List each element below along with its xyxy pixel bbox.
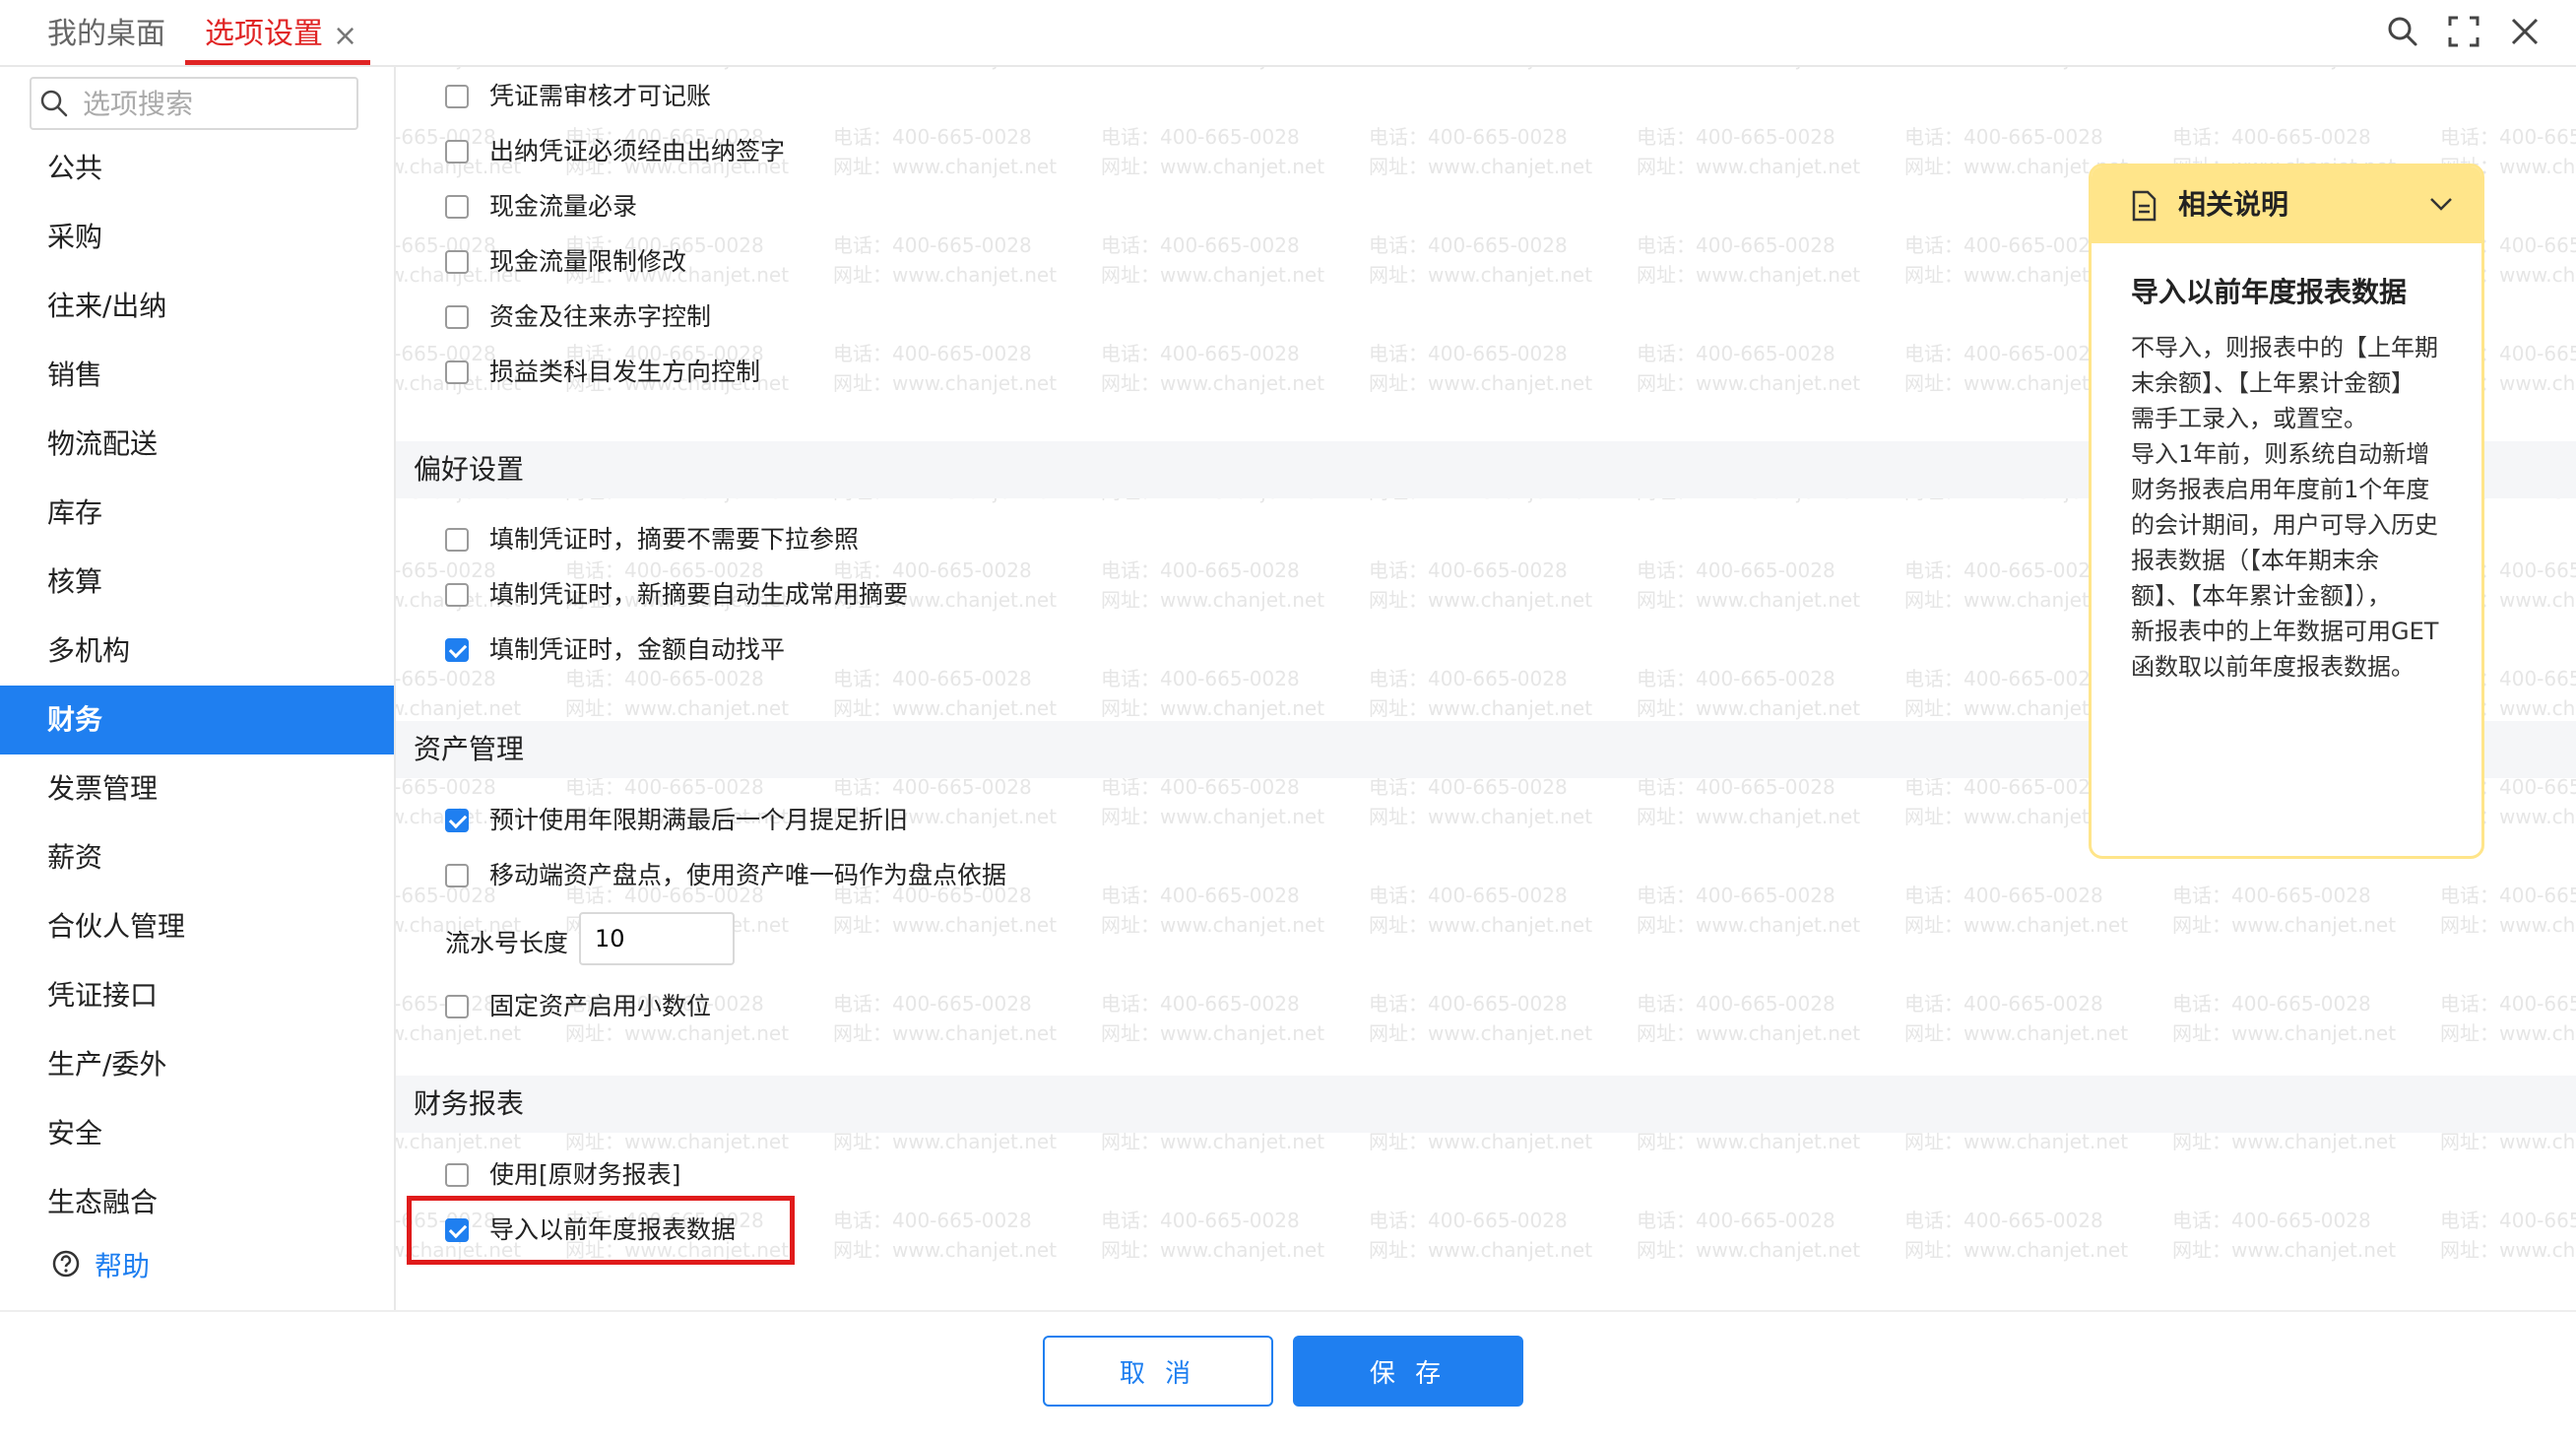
- sidebar-item[interactable]: 核算: [0, 548, 394, 617]
- option-label: 移动端资产盘点，使用资产唯一码作为盘点依据: [489, 861, 1007, 889]
- sidebar: 公共采购往来/出纳销售物流配送库存核算多机构财务发票管理薪资合伙人管理凭证接口生…: [0, 67, 396, 1310]
- sidebar-item[interactable]: 生态融合: [0, 1168, 394, 1237]
- info-line: 不导入，则报表中的【上年期: [2131, 334, 2438, 361]
- info-line: 的会计期间，用户可导入历史: [2131, 511, 2438, 539]
- option-label: 现金流量限制修改: [489, 247, 687, 276]
- section-title: 财务报表: [414, 1087, 525, 1120]
- info-line: 需手工录入，或置空。: [2131, 405, 2367, 432]
- info-panel-description: 不导入，则报表中的【上年期 末余额】、【上年累计金额】 需手工录入，或置空。导入1年…: [2131, 330, 2446, 685]
- checkbox[interactable]: [445, 864, 469, 887]
- sidebar-item[interactable]: 安全: [0, 1099, 394, 1168]
- document-icon: [2132, 190, 2157, 222]
- checkbox[interactable]: [445, 583, 469, 607]
- sidebar-item[interactable]: 合伙人管理: [0, 892, 394, 961]
- checkbox[interactable]: [445, 85, 469, 108]
- search-input[interactable]: [81, 83, 351, 124]
- sidebar-item[interactable]: 财务: [0, 686, 394, 754]
- info-panel-title: 相关说明: [2178, 188, 2289, 221]
- option-search-box[interactable]: [30, 77, 358, 130]
- info-line: 财务报表启用年度前1个年度: [2131, 476, 2430, 503]
- sidebar-item[interactable]: 往来/出纳: [0, 272, 394, 341]
- chevron-down-icon[interactable]: [2428, 194, 2454, 214]
- help-link[interactable]: 帮助: [95, 1245, 150, 1284]
- top-bar: 我的桌面 选项设置 ×: [0, 0, 2576, 67]
- info-panel-header[interactable]: 相关说明: [2092, 166, 2481, 243]
- serial-length-label: 流水号长度: [445, 929, 569, 957]
- info-line: 导入1年前，则系统自动新增: [2131, 440, 2430, 468]
- section-reports: 财务报表: [396, 1076, 2576, 1133]
- checkbox[interactable]: [445, 305, 469, 329]
- checkbox[interactable]: [445, 195, 469, 219]
- option-label: 资金及往来赤字控制: [489, 302, 712, 331]
- cancel-button[interactable]: 取 消: [1043, 1336, 1273, 1407]
- sidebar-item[interactable]: 生产/委外: [0, 1030, 394, 1099]
- option-label: 固定资产启用小数位: [489, 992, 712, 1020]
- search-icon: [40, 90, 68, 117]
- sidebar-item[interactable]: 薪资: [0, 823, 394, 892]
- option-label: 使用[原财务报表]: [489, 1160, 681, 1189]
- checkbox[interactable]: [445, 528, 469, 552]
- tab-options-settings[interactable]: 选项设置: [185, 0, 370, 65]
- sidebar-item[interactable]: 库存: [0, 479, 394, 548]
- option-label: 损益类科目发生方向控制: [489, 358, 761, 386]
- info-line: 函数取以前年度报表数据。: [2131, 653, 2415, 681]
- sidebar-item[interactable]: 凭证接口: [0, 961, 394, 1030]
- info-panel: 相关说明 导入以前年度报表数据 不导入，则报表中的【上年期 末余额】、【上年累计金…: [2089, 164, 2484, 859]
- checkbox[interactable]: [445, 250, 469, 274]
- sidebar-item[interactable]: 采购: [0, 203, 394, 272]
- option-label: 现金流量必录: [489, 192, 638, 221]
- sidebar-item[interactable]: 发票管理: [0, 754, 394, 823]
- tab-my-desktop[interactable]: 我的桌面: [47, 0, 165, 65]
- checkbox[interactable]: [445, 1163, 469, 1187]
- highlight-box: [407, 1196, 795, 1265]
- info-line: 新报表中的上年数据可用GET: [2131, 618, 2439, 645]
- sidebar-item[interactable]: 销售: [0, 341, 394, 410]
- sidebar-item[interactable]: 物流配送: [0, 410, 394, 479]
- info-line: 额】、【本年累计金额】），: [2131, 582, 2391, 610]
- option-label: 预计使用年限期满最后一个月提足折旧: [489, 806, 909, 834]
- checkbox-checked[interactable]: [445, 809, 469, 832]
- option-label: 出纳凭证必须经由出纳签字: [489, 137, 786, 165]
- section-title: 偏好设置: [414, 453, 525, 486]
- option-label: 凭证需审核才可记账: [489, 82, 712, 110]
- option-label: 填制凭证时，新摘要自动生成常用摘要: [489, 580, 909, 609]
- option-label: 填制凭证时，摘要不需要下拉参照: [489, 525, 860, 554]
- sidebar-item[interactable]: 公共: [0, 134, 394, 203]
- close-icon[interactable]: [2507, 14, 2543, 49]
- info-line: 报表数据（【本年期末余: [2131, 547, 2379, 574]
- tab-options-settings-label: 选项设置: [205, 17, 323, 51]
- tab-close-icon[interactable]: ×: [333, 0, 357, 73]
- info-line: 末余额】、【上年累计金额】: [2131, 369, 2415, 397]
- serial-length-input[interactable]: [579, 912, 735, 965]
- search-icon[interactable]: [2385, 14, 2420, 49]
- checkbox-checked[interactable]: [445, 638, 469, 662]
- section-title: 资产管理: [414, 733, 525, 765]
- footer-bar: 取 消 保 存: [0, 1310, 2576, 1442]
- sidebar-item[interactable]: 多机构: [0, 617, 394, 686]
- fullscreen-icon[interactable]: [2446, 14, 2481, 49]
- help-icon[interactable]: [51, 1249, 81, 1278]
- checkbox[interactable]: [445, 360, 469, 384]
- save-button[interactable]: 保 存: [1293, 1336, 1523, 1407]
- checkbox[interactable]: [445, 140, 469, 164]
- checkbox[interactable]: [445, 995, 469, 1018]
- option-label: 填制凭证时，金额自动找平: [489, 635, 786, 664]
- info-panel-subtitle: 导入以前年度报表数据: [2131, 276, 2408, 308]
